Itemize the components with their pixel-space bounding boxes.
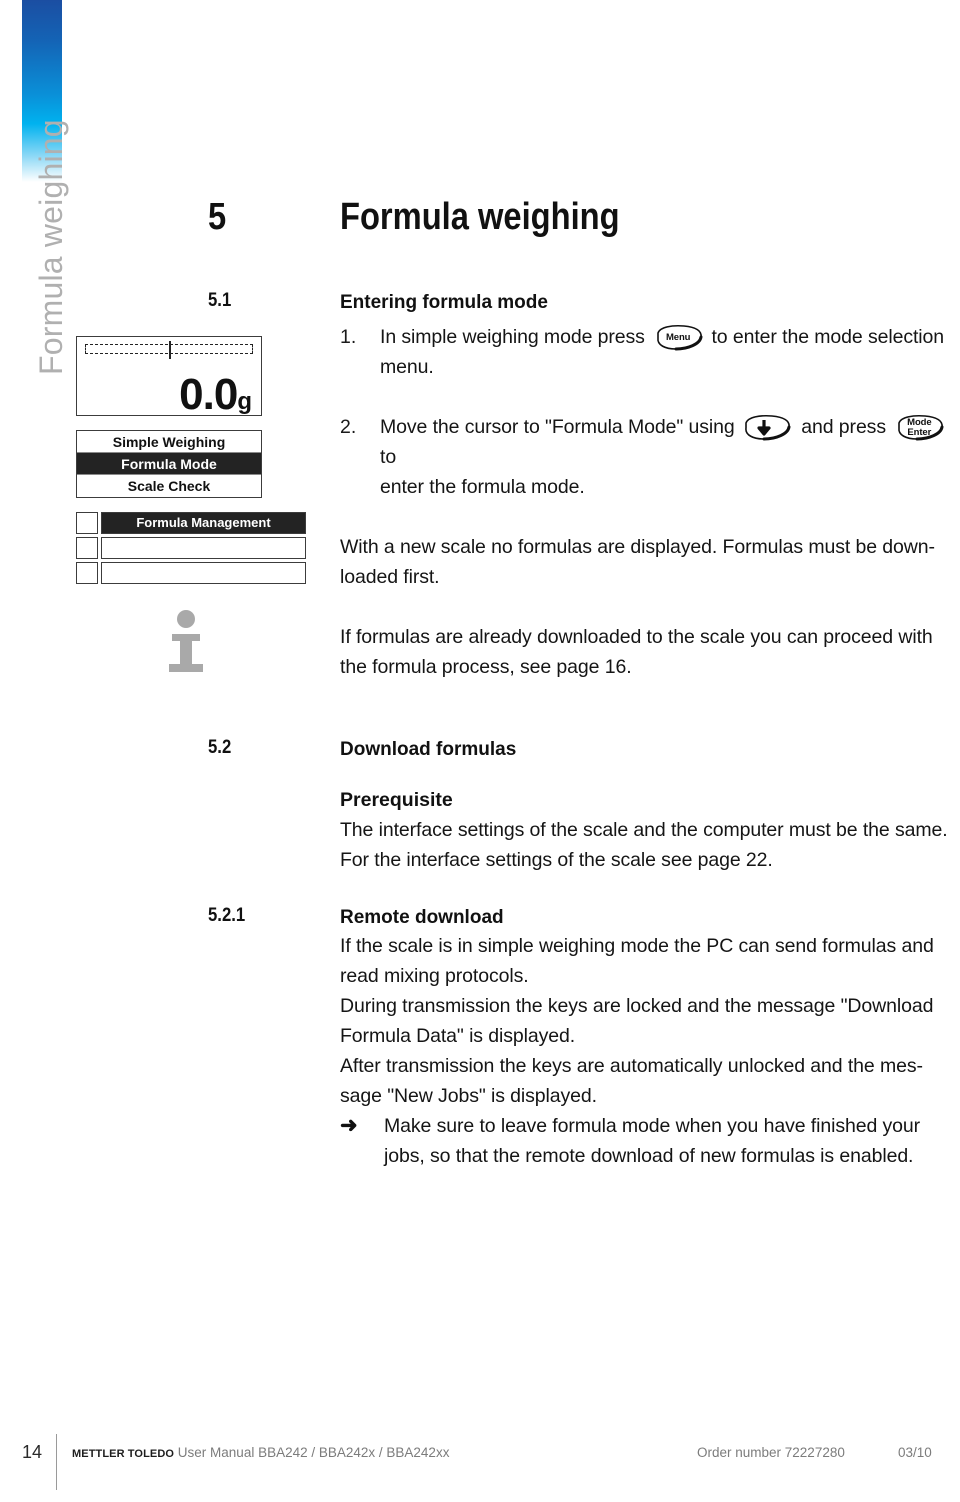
section-5-1-paragraph-2: If formulas are already downloaded to th… <box>340 622 960 682</box>
chapter-tab-label: Formula weighing <box>33 119 69 375</box>
mode-key-line-2: Enter <box>907 426 932 438</box>
step-1-text: In simple weighing mode press Menu to en… <box>380 322 960 382</box>
s1-p2-line2: the formula process, see page 16. <box>340 656 632 678</box>
footer-date-code: 03/10 <box>898 1445 932 1460</box>
info-icon-dot <box>177 610 195 628</box>
step-2-text: Move the cursor to "Formula Mode" using … <box>380 412 960 502</box>
step-2-text-d: enter the formula mode. <box>380 476 585 498</box>
step-1-text-a: In simple weighing mode press <box>380 326 645 348</box>
section-5-2-paragraph-1: The interface settings of the scale and … <box>340 819 948 841</box>
section-5-1-title: Entering formula mode <box>340 292 548 313</box>
s21-p3-line1: After transmission the keys are automati… <box>340 1055 923 1077</box>
chapter-number: 5 <box>208 196 227 238</box>
s1-p1-line1: With a new scale no formulas are display… <box>340 536 935 558</box>
menu-key-icon[interactable]: Menu <box>652 324 704 351</box>
step-1-text-b: to enter the mode selection <box>711 326 945 348</box>
prerequisite-subheading: Prerequisite <box>340 789 453 811</box>
footer-page-number: 14 <box>22 1442 43 1462</box>
page-footer: 14 METTLER TOLEDO User Manual BBA242 / B… <box>0 1434 960 1490</box>
section-5-2-1-number: 5.2.1 <box>208 905 246 926</box>
section-5-2: 5.2 Download formulas Prerequisite The i… <box>208 737 960 875</box>
info-icon-stem <box>180 636 192 666</box>
section-5-2-number: 5.2 <box>208 737 232 758</box>
mode-enter-key-icon[interactable]: Mode Enter <box>893 414 945 441</box>
section-5-2-1-paragraph-3: After transmission the keys are automati… <box>340 1051 960 1111</box>
s1-p1-line2: loaded first. <box>340 566 440 588</box>
info-icon-serif-bottom <box>169 664 203 672</box>
footer-divider <box>56 1434 57 1490</box>
page-title: Formula weighing <box>340 196 620 238</box>
arrow-note-text: Make sure to leave formula mode when you… <box>384 1111 960 1171</box>
step-2-text-b: and press <box>801 416 886 438</box>
formula-checkbox[interactable] <box>76 537 98 559</box>
section-5-2-1: 5.2.1 Remote download If the scale is in… <box>208 905 960 1171</box>
section-5-2-title: Download formulas <box>340 739 517 760</box>
section-5-2-paragraph-2: For the interface settings of the scale … <box>340 849 773 871</box>
down-arrow-key-icon[interactable] <box>742 414 794 441</box>
step-1-text-c: menu. <box>380 356 434 378</box>
section-5-1-paragraph-1: With a new scale no formulas are display… <box>340 532 960 592</box>
s21-p3-line2: sage "New Jobs" is displayed. <box>340 1085 597 1107</box>
footer-order-number: Order number 72227280 <box>697 1445 845 1460</box>
s21-arrow-line2: jobs, so that the remote download of new… <box>384 1145 914 1167</box>
step-2-number: 2. <box>340 416 357 438</box>
s21-p1-line1: If the scale is in simple weighing mode … <box>340 935 934 957</box>
s21-p2-line1: During transmission the keys are locked … <box>340 995 934 1017</box>
mode-enter-key-label: Mode Enter <box>893 414 945 441</box>
step-1-number: 1. <box>340 326 357 348</box>
mettler-toledo-logo: METTLER TOLEDO <box>72 1448 175 1460</box>
section-5-2-1-paragraph-1: If the scale is in simple weighing mode … <box>340 931 960 991</box>
menu-key-label: Menu <box>665 331 691 343</box>
arrow-note: ➜ Make sure to leave formula mode when y… <box>340 1111 960 1171</box>
capacity-bar-tick <box>169 341 171 359</box>
step-2-text-c: to <box>380 446 397 468</box>
step-2: 2. Move the cursor to "Formula Mode" usi… <box>340 412 960 502</box>
s1-p2-line1: If formulas are already downloaded to th… <box>340 626 933 648</box>
formula-checkbox[interactable] <box>76 562 98 584</box>
section-5-1: 5.1 Entering formula mode 1. In simple w… <box>208 290 960 682</box>
step-1: 1. In simple weighing mode press Menu to… <box>340 322 960 382</box>
s21-p1-line2: read mixing protocols. <box>340 965 529 987</box>
footer-manual-title: User Manual BBA242 / BBA242x / BBA242xx <box>177 1445 450 1460</box>
arrow-bullet-icon: ➜ <box>340 1114 358 1137</box>
step-2-text-a: Move the cursor to "Formula Mode" using <box>380 416 735 438</box>
s21-arrow-line1: Make sure to leave formula mode when you… <box>384 1115 921 1137</box>
s21-p2-line2: Formula Data" is displayed. <box>340 1025 576 1047</box>
section-5-2-1-paragraph-2: During transmission the keys are locked … <box>340 991 960 1051</box>
footer-manual-info: METTLER TOLEDO User Manual BBA242 / BBA2… <box>72 1445 449 1460</box>
formula-checkbox[interactable] <box>76 512 98 534</box>
section-5-1-number: 5.1 <box>208 290 232 311</box>
chapter-tab: Formula weighing <box>22 0 69 570</box>
section-5-2-1-title: Remote download <box>340 907 504 928</box>
